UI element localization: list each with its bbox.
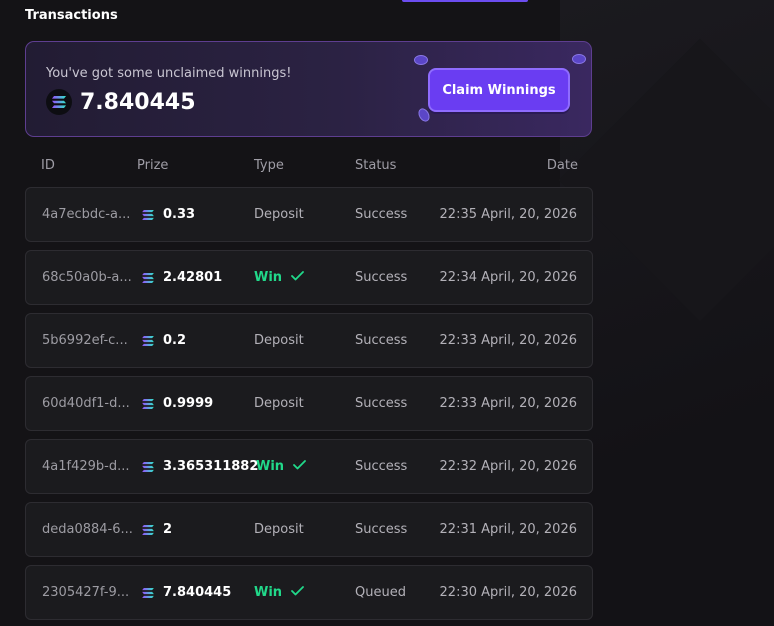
prize-cell: 3.365311882 (142, 440, 258, 493)
page-title: Transactions (25, 8, 118, 23)
unclaimed-amount: 7.840445 (80, 89, 196, 115)
coin-decoration-icon (572, 54, 586, 64)
transaction-type: Deposit (254, 207, 304, 222)
type-cell: Deposit (254, 503, 304, 556)
transaction-date: 22:34 April, 20, 2026 (439, 270, 577, 285)
transaction-date: 22:33 April, 20, 2026 (439, 333, 577, 348)
transaction-status: Success (355, 270, 408, 285)
transaction-date: 22:32 April, 20, 2026 (439, 459, 577, 474)
transaction-status: Success (355, 459, 408, 474)
transaction-status: Success (355, 333, 408, 348)
table-row[interactable]: 60d40df1-d... 0.9999 Deposit Success 22:33 A… (25, 376, 593, 431)
prize-amount: 2.42801 (163, 270, 223, 285)
column-header-prize: Prize (137, 158, 169, 173)
banner-amount: 7.840445 (46, 89, 196, 115)
transaction-id: 2305427f-9... (42, 585, 130, 600)
transaction-id: deda0884-6... (42, 522, 133, 537)
table-row[interactable]: 5b6992ef-c... 0.2 Deposit Success 22:33 Apri… (25, 313, 593, 368)
prize-cell: 0.9999 (142, 377, 213, 430)
solana-icon (46, 89, 72, 115)
active-tab-indicator (402, 0, 528, 2)
transaction-id: 68c50a0b-a... (42, 270, 132, 285)
solana-icon (142, 398, 154, 409)
transaction-status: Success (355, 396, 408, 411)
table-row[interactable]: deda0884-6... 2 Deposit Success 22:31 April,… (25, 502, 593, 557)
prize-amount: 3.365311882 (163, 459, 259, 474)
table-row[interactable]: 4a1f429b-d... 3.365311882 Win Success 22:32 … (25, 439, 593, 494)
transaction-id: 4a1f429b-d... (42, 459, 130, 474)
prize-cell: 7.840445 (142, 566, 231, 619)
transaction-type: Win (254, 270, 283, 285)
prize-amount: 0.33 (163, 207, 196, 222)
transaction-type: Deposit (254, 333, 304, 348)
transaction-type: Win (256, 459, 285, 474)
prize-cell: 0.2 (142, 314, 186, 367)
transaction-type: Win (254, 585, 283, 600)
transaction-date: 22:31 April, 20, 2026 (439, 522, 577, 537)
type-cell: Win (254, 251, 304, 304)
prize-amount: 2 (163, 522, 173, 537)
check-icon (291, 270, 304, 285)
transaction-type: Deposit (254, 522, 304, 537)
type-cell: Win (256, 440, 306, 493)
prize-amount: 7.840445 (163, 585, 232, 600)
transaction-date: 22:35 April, 20, 2026 (439, 207, 577, 222)
table-row[interactable]: 68c50a0b-a... 2.42801 Win Success 22:34 Apri… (25, 250, 593, 305)
transaction-type: Deposit (254, 396, 304, 411)
prize-amount: 0.2 (163, 333, 187, 348)
solana-icon (142, 335, 154, 346)
transaction-date: 22:30 April, 20, 2026 (439, 585, 577, 600)
table-row[interactable]: 4a7ecbdc-a... 0.33 Deposit Success 22:35 Apr… (25, 187, 593, 242)
transaction-status: Queued (355, 585, 406, 600)
transaction-date: 22:33 April, 20, 2026 (439, 396, 577, 411)
solana-icon (142, 272, 154, 283)
solana-icon (142, 587, 154, 598)
claim-winnings-button[interactable]: Claim Winnings (428, 68, 570, 112)
solana-icon (142, 461, 154, 472)
type-cell: Win (254, 566, 304, 619)
column-header-date: Date (546, 158, 578, 173)
column-header-type: Type (254, 158, 284, 173)
transaction-id: 5b6992ef-c... (42, 333, 128, 348)
check-icon (291, 585, 304, 600)
column-header-id: ID (41, 158, 55, 173)
unclaimed-winnings-banner: You've got some unclaimed winnings! 7.84… (25, 41, 592, 137)
type-cell: Deposit (254, 314, 304, 367)
check-icon (293, 459, 306, 474)
solana-icon (142, 209, 154, 220)
column-header-status: Status (355, 158, 397, 173)
transaction-status: Success (355, 522, 408, 537)
banner-message: You've got some unclaimed winnings! (46, 66, 292, 81)
coin-decoration-icon (414, 55, 428, 65)
transaction-status: Success (355, 207, 408, 222)
table-row[interactable]: 2305427f-9... 7.840445 Win Queued 22:30 Apri… (25, 565, 593, 620)
type-cell: Deposit (254, 377, 304, 430)
type-cell: Deposit (254, 188, 304, 241)
prize-cell: 2 (142, 503, 172, 556)
prize-cell: 2.42801 (142, 251, 222, 304)
transaction-id: 4a7ecbdc-a... (42, 207, 131, 222)
transaction-id: 60d40df1-d... (42, 396, 130, 411)
prize-cell: 0.33 (142, 188, 195, 241)
prize-amount: 0.9999 (163, 396, 214, 411)
solana-icon (142, 524, 154, 535)
